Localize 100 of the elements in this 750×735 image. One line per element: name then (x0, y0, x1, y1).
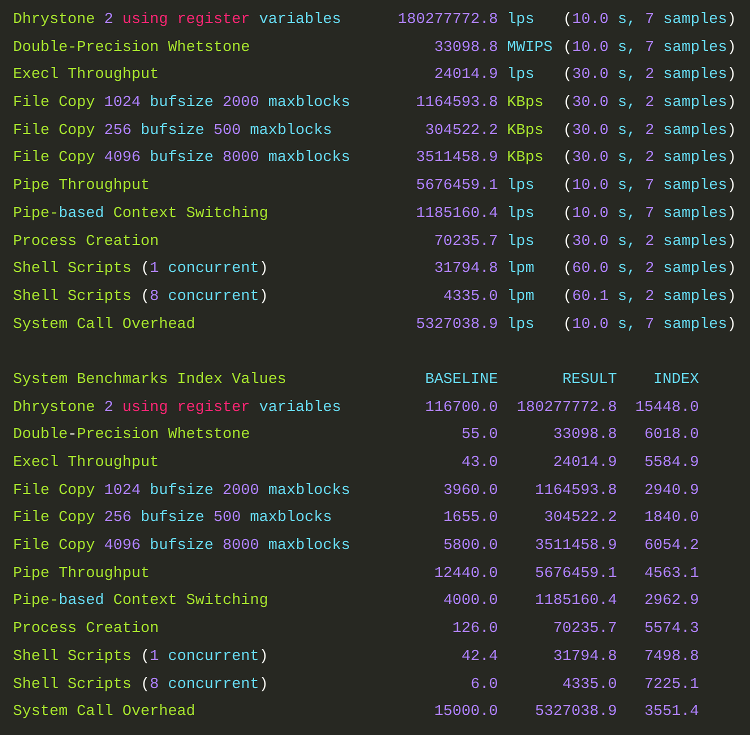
baseline-value: 15000.0 (434, 701, 498, 722)
unit-text: lps (507, 230, 534, 252)
index-value: 5574.3 (644, 618, 699, 640)
index-value: 5584.9 (644, 452, 699, 473)
result-value: 3511458.9 (534, 535, 617, 556)
unit-text: lps (507, 9, 534, 30)
column-header: INDEX (653, 368, 699, 390)
baseline-value: 4000.0 (443, 590, 498, 612)
benchmark-name: File Copy 1024 bufsize 2000 maxblocks (13, 480, 350, 501)
benchmark-name: Dhrystone 2 using register variables (13, 396, 342, 418)
benchmark-name: Double-Precision Whetstone (13, 424, 250, 446)
baseline-value: 43.0 (462, 452, 498, 473)
benchmark-name: File Copy 256 bufsize 500 maxblocks (13, 507, 332, 528)
timing-text: (10.0 s, 7 samples) (563, 314, 736, 335)
column-header: BASELINE (425, 368, 498, 390)
unit-text: MWIPS (507, 36, 553, 58)
timing-text: (10.0 s, 7 samples) (563, 175, 736, 196)
unit-text: KBps (507, 92, 544, 114)
unit-text: lps (507, 202, 534, 224)
timing-text: (30.0 s, 2 samples) (563, 147, 736, 168)
benchmark-name: System Call Overhead (13, 314, 196, 335)
result-value: 5676459.1 (534, 562, 617, 584)
timing-text: (10.0 s, 7 samples) (563, 9, 736, 30)
benchmark-name: Dhrystone 2 using register variables (13, 9, 342, 30)
score-value: 33098.8 (434, 36, 498, 58)
timing-text: (30.0 s, 2 samples) (563, 92, 736, 114)
benchmark-name: Double-Precision Whetstone (13, 36, 251, 58)
result-value: 70235.7 (553, 618, 617, 640)
benchmark-name: File Copy 1024 bufsize 2000 maxblocks (13, 92, 352, 114)
baseline-value: 42.4 (462, 646, 498, 667)
unit-text: lps (507, 175, 534, 196)
unit-text: lps (507, 64, 534, 86)
benchmark-name: Execl Throughput (13, 452, 159, 473)
result-value: 24014.9 (553, 452, 617, 473)
benchmark-name: Process Creation (13, 230, 160, 252)
timing-text: (30.0 s, 2 samples) (563, 120, 736, 141)
timing-text: (30.0 s, 2 samples) (563, 64, 736, 86)
benchmark-name: Shell Scripts (8 concurrent) (13, 286, 270, 307)
baseline-value: 1655.0 (443, 507, 498, 528)
index-value: 15448.0 (635, 396, 699, 418)
baseline-value: 55.0 (462, 424, 498, 446)
score-value: 24014.9 (434, 64, 498, 86)
index-value: 6018.0 (644, 424, 699, 446)
unit-text: lpm (507, 286, 534, 307)
score-value: 5327038.9 (416, 314, 498, 335)
result-value: 1164593.8 (534, 480, 617, 501)
timing-text: (10.0 s, 7 samples) (563, 36, 736, 58)
index-value: 1840.0 (644, 507, 699, 528)
benchmark-name: Pipe-based Context Switching (13, 202, 270, 224)
benchmark-name: Pipe-based Context Switching (13, 590, 268, 612)
benchmark-name: Shell Scripts (8 concurrent) (13, 674, 268, 694)
index-value: 4563.1 (644, 562, 699, 584)
index-value: 3551.4 (644, 701, 699, 722)
benchmark-name: File Copy 256 bufsize 500 maxblocks (13, 120, 333, 141)
timing-text: (60.0 s, 2 samples) (563, 258, 736, 280)
unit-text: lpm (507, 258, 534, 280)
benchmark-name: System Call Overhead (13, 701, 196, 722)
score-value: 1164593.8 (416, 92, 498, 114)
index-value: 2940.9 (644, 480, 699, 501)
score-value: 70235.7 (434, 230, 498, 252)
result-value: 180277772.8 (516, 396, 617, 418)
timing-text: (60.1 s, 2 samples) (563, 286, 736, 307)
score-value: 5676459.1 (416, 175, 498, 196)
unit-text: KBps (507, 120, 544, 141)
result-value: 5327038.9 (534, 701, 617, 722)
baseline-value: 5800.0 (443, 535, 498, 556)
benchmark-name: Pipe Throughput (13, 562, 150, 584)
unit-text: lps (507, 314, 534, 335)
baseline-value: 6.0 (470, 674, 498, 694)
result-value: 4335.0 (562, 674, 617, 694)
benchmark-name: File Copy 4096 bufsize 8000 maxblocks (13, 147, 352, 168)
section-title: System Benchmarks Index Values (13, 368, 286, 390)
index-value: 7498.8 (644, 646, 699, 667)
benchmark-name: Process Creation (13, 618, 159, 640)
index-value: 7225.1 (644, 674, 699, 694)
score-value: 31794.8 (434, 258, 498, 280)
score-value: 3511458.9 (416, 147, 498, 168)
score-value: 180277772.8 (398, 9, 498, 30)
unit-text: KBps (507, 147, 544, 168)
score-value: 4335.0 (443, 286, 498, 307)
timing-text: (10.0 s, 7 samples) (563, 202, 736, 224)
index-value: 6054.2 (644, 535, 699, 556)
index-value: 2962.9 (644, 590, 699, 612)
column-header: RESULT (562, 368, 617, 390)
benchmark-name: Pipe Throughput (13, 175, 151, 196)
result-value: 33098.8 (553, 424, 617, 446)
result-value: 31794.8 (553, 646, 617, 667)
timing-text: (30.0 s, 2 samples) (563, 230, 736, 252)
result-value: 304522.2 (544, 507, 617, 528)
benchmark-name: Shell Scripts (1 concurrent) (13, 258, 270, 280)
baseline-value: 3960.0 (443, 480, 498, 501)
benchmark-name: File Copy 4096 bufsize 8000 maxblocks (13, 535, 350, 556)
baseline-value: 12440.0 (434, 562, 498, 584)
score-value: 304522.2 (425, 120, 498, 141)
benchmark-name: Shell Scripts (1 concurrent) (13, 646, 268, 667)
baseline-value: 126.0 (452, 618, 498, 640)
score-value: 1185160.4 (416, 202, 498, 224)
result-value: 1185160.4 (534, 590, 617, 612)
baseline-value: 116700.0 (425, 396, 498, 418)
benchmark-name: Execl Throughput (13, 64, 160, 86)
